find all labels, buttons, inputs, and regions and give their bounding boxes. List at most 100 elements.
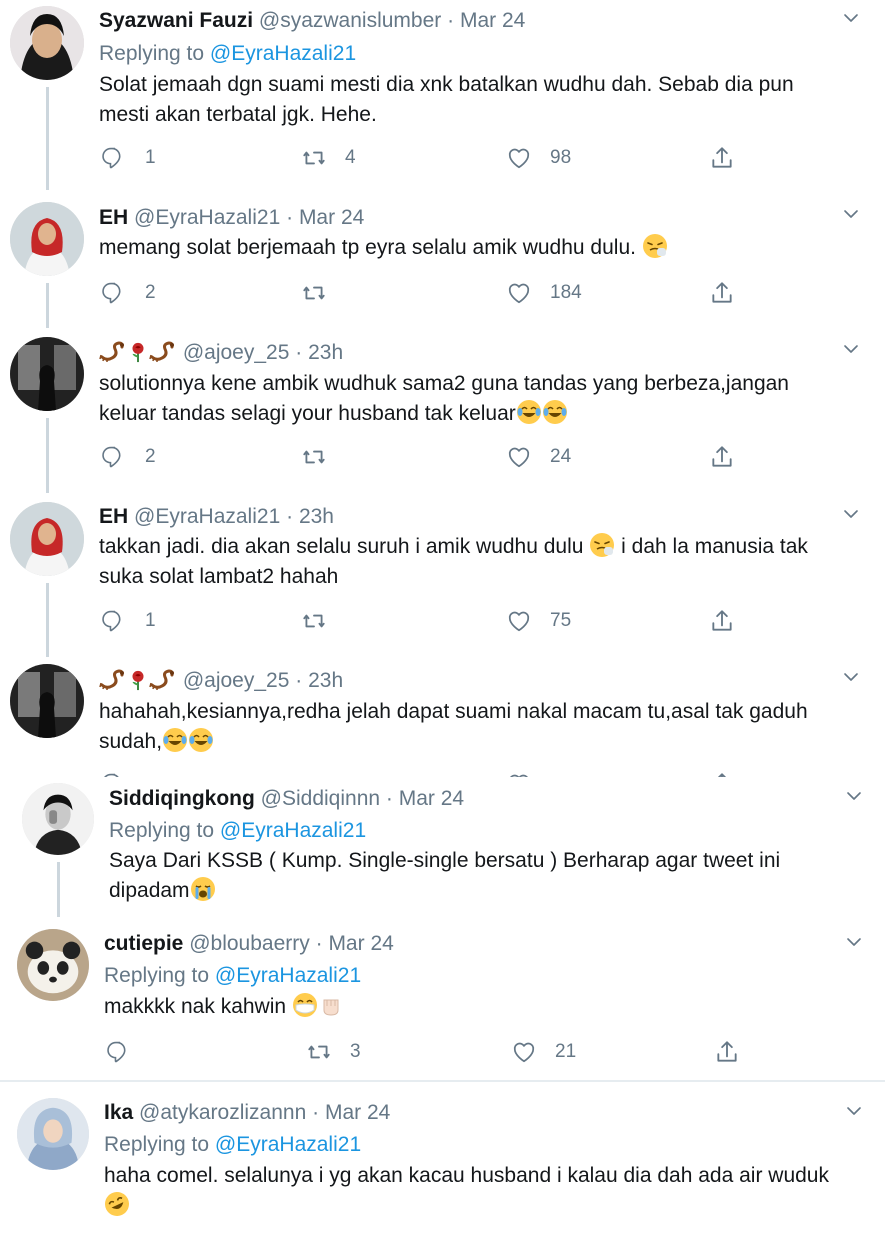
chevron-down-icon[interactable]	[842, 505, 860, 523]
retweet-button[interactable]	[301, 278, 345, 308]
tweet-header: Ika @atykarozlizannn · Mar 24	[104, 1100, 390, 1126]
timestamp[interactable]: 23h	[308, 341, 343, 364]
share-button[interactable]	[714, 1037, 740, 1067]
scorpion-emoji	[149, 667, 177, 691]
chevron-down-icon[interactable]	[845, 933, 863, 951]
reply-button[interactable]: 1	[101, 606, 156, 636]
avatar[interactable]	[10, 664, 84, 738]
tweet[interactable]: EH @EyraHazali21 · 23h takkan jadi. dia …	[0, 493, 885, 657]
username[interactable]: @ajoey_25	[183, 341, 290, 364]
tweet[interactable]: Siddiqingkong @Siddiqinnn · Mar 24 Reply…	[0, 777, 885, 923]
display-name[interactable]: cutiepie	[104, 932, 183, 955]
reply-icon	[106, 1039, 132, 1065]
avatar[interactable]	[17, 929, 89, 1001]
like-button[interactable]: 184	[506, 278, 582, 308]
like-count: 98	[550, 147, 572, 168]
reply-button[interactable]: 2	[101, 278, 156, 308]
retweet-icon	[301, 444, 327, 470]
replying-to: Replying to @EyraHazali21	[104, 963, 361, 989]
scorpion-emoji	[99, 339, 127, 363]
username[interactable]: @EyraHazali21	[134, 505, 280, 528]
separator-dot: ·	[286, 206, 294, 229]
tweet-text-span: memang solat berjemaah tp eyra selalu am…	[99, 236, 636, 259]
mention-link[interactable]: @EyraHazali21	[215, 964, 361, 987]
tweet-text-line	[104, 1191, 879, 1221]
display-name[interactable]	[99, 341, 177, 364]
retweet-button[interactable]	[301, 769, 327, 777]
chevron-down-icon[interactable]	[842, 205, 860, 223]
username[interactable]: @atykarozlizannn	[139, 1101, 306, 1124]
display-name[interactable]: Syazwani Fauzi	[99, 9, 253, 32]
like-button[interactable]: 21	[511, 1037, 576, 1067]
tweet[interactable]: cutiepie @bloubaerry · Mar 24 Replying t…	[0, 923, 885, 1080]
separator-dot: ·	[312, 1101, 320, 1124]
display-name[interactable]	[99, 669, 177, 692]
share-button[interactable]	[709, 143, 735, 173]
retweet-button[interactable]: 3	[306, 1037, 361, 1067]
raised-fist-emoji	[318, 992, 344, 1018]
replying-prefix: Replying to	[99, 42, 205, 65]
avatar[interactable]	[10, 6, 84, 80]
retweet-button[interactable]	[301, 442, 345, 472]
mention-link[interactable]: @EyraHazali21	[215, 1133, 361, 1156]
crying-face-emoji	[190, 876, 216, 902]
timestamp[interactable]: Mar 24	[460, 9, 525, 32]
tweet[interactable]: @ajoey_25 · 23h solutionnya kene ambik w…	[0, 328, 885, 493]
retweet-icon	[306, 1039, 332, 1065]
username[interactable]: @ajoey_25	[183, 669, 290, 692]
like-count: 21	[555, 1041, 577, 1062]
timestamp[interactable]: Mar 24	[399, 787, 464, 810]
display-name[interactable]: EH	[99, 206, 128, 229]
timestamp[interactable]: 23h	[299, 505, 334, 528]
username[interactable]: @bloubaerry	[189, 932, 310, 955]
retweet-button[interactable]: 4	[301, 143, 356, 173]
tweet[interactable]: Ika @atykarozlizannn · Mar 24 Replying t…	[0, 1092, 885, 1234]
tweet-text-span: i dah la manusia tak	[621, 535, 808, 558]
like-button[interactable]: 24	[506, 442, 571, 472]
tweet[interactable]: Syazwani Fauzi @syazwanislumber · Mar 24…	[0, 0, 885, 190]
avatar[interactable]	[22, 783, 94, 855]
mention-link[interactable]: @EyraHazali21	[220, 819, 366, 842]
reply-button[interactable]	[101, 769, 127, 777]
avatar[interactable]	[10, 502, 84, 576]
chevron-down-icon[interactable]	[845, 1102, 863, 1120]
like-button[interactable]: 98	[506, 143, 571, 173]
share-button[interactable]	[709, 278, 735, 308]
share-button[interactable]	[709, 442, 735, 472]
reply-button[interactable]	[106, 1037, 150, 1067]
share-icon	[709, 280, 735, 306]
username[interactable]: @syazwanislumber	[259, 9, 441, 32]
like-button[interactable]: 75	[506, 606, 571, 636]
display-name[interactable]: Siddiqingkong	[109, 787, 255, 810]
rolling-on-floor-laughing-emoji	[104, 1191, 130, 1217]
avatar[interactable]	[17, 1098, 89, 1170]
tweet[interactable]: @ajoey_25 · 23h hahahah,kesiannya,redha …	[0, 657, 885, 777]
display-name[interactable]: Ika	[104, 1101, 133, 1124]
chevron-down-icon[interactable]	[842, 9, 860, 27]
chevron-down-icon[interactable]	[842, 340, 860, 358]
tweet-text-span: keluar tandas selagi your husband tak ke…	[99, 402, 516, 425]
tweet-header: @ajoey_25 · 23h	[99, 339, 343, 366]
avatar[interactable]	[10, 202, 84, 276]
share-icon	[709, 145, 735, 171]
reply-button[interactable]: 1	[101, 143, 156, 173]
tweet[interactable]: EH @EyraHazali21 · Mar 24 memang solat b…	[0, 190, 885, 328]
avatar[interactable]	[10, 337, 84, 411]
timestamp[interactable]: 23h	[308, 669, 343, 692]
share-button[interactable]	[709, 606, 735, 636]
share-button[interactable]	[709, 769, 735, 777]
timestamp[interactable]: Mar 24	[299, 206, 364, 229]
username[interactable]: @Siddiqinnn	[261, 787, 380, 810]
chevron-down-icon[interactable]	[845, 787, 863, 805]
retweet-button[interactable]	[301, 606, 345, 636]
display-name[interactable]: EH	[99, 505, 128, 528]
mention-link[interactable]: @EyraHazali21	[210, 42, 356, 65]
reply-button[interactable]: 2	[101, 442, 156, 472]
username[interactable]: @EyraHazali21	[134, 206, 280, 229]
retweet-icon	[301, 280, 327, 306]
like-button[interactable]	[506, 769, 532, 777]
heart-icon	[506, 608, 532, 634]
timestamp[interactable]: Mar 24	[325, 1101, 390, 1124]
timestamp[interactable]: Mar 24	[328, 932, 393, 955]
chevron-down-icon[interactable]	[842, 668, 860, 686]
